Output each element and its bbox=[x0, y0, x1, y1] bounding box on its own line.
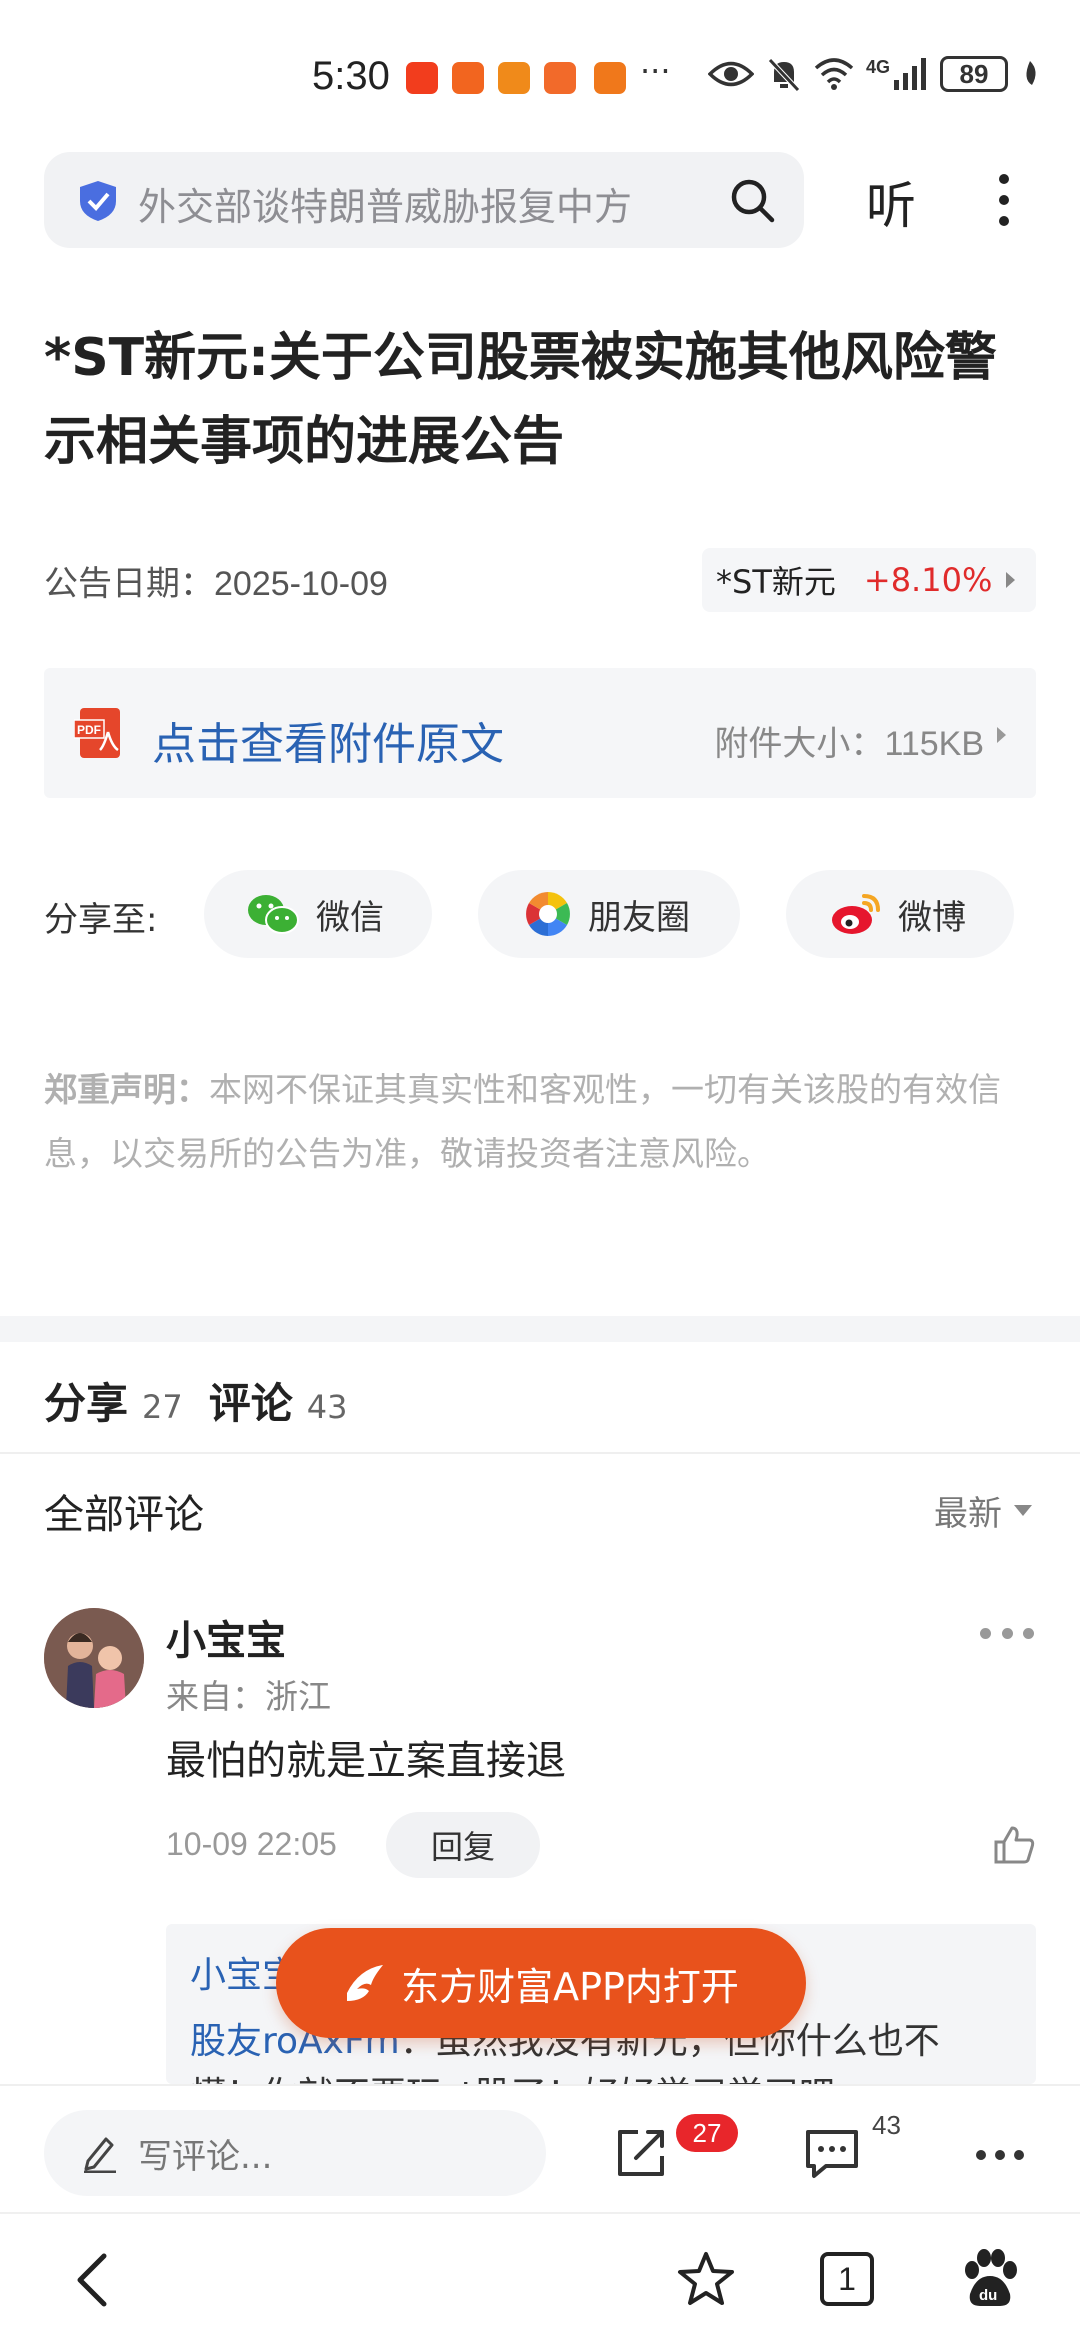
attachment-size-label: 附件大小： bbox=[714, 724, 885, 764]
chevron-right-icon bbox=[997, 727, 1006, 743]
comment-location: 来自：浙江 bbox=[166, 1677, 331, 1716]
share-moments-label: 朋友圈 bbox=[588, 897, 690, 938]
comment-count: 43 bbox=[306, 1388, 348, 1426]
date-value: 2025-10-09 bbox=[214, 565, 388, 603]
baidu-paw-icon[interactable]: du bbox=[960, 2248, 1020, 2310]
search-icon[interactable] bbox=[728, 176, 776, 224]
write-comment-placeholder: 写评论... bbox=[138, 2136, 273, 2177]
shield-icon bbox=[80, 181, 116, 221]
notification-app-icon bbox=[544, 62, 576, 94]
date-label: 公告日期： bbox=[44, 564, 214, 604]
signal-icon bbox=[894, 58, 926, 90]
share-wechat-label: 微信 bbox=[316, 897, 384, 938]
comment-more-icon[interactable] bbox=[980, 1628, 1034, 1642]
share-weibo-button[interactable]: 微博 bbox=[786, 870, 1014, 958]
disclaimer-label: 郑重声明： bbox=[44, 1070, 209, 1109]
more-horizontal-icon[interactable] bbox=[976, 2150, 1024, 2162]
share-icon[interactable] bbox=[614, 2126, 668, 2180]
pdf-icon: PDF bbox=[74, 708, 120, 758]
share-wechat-button[interactable]: 微信 bbox=[204, 870, 432, 958]
mute-icon bbox=[768, 58, 800, 92]
comment-text: 最怕的就是立案直接退 bbox=[166, 1738, 566, 1784]
comment-stat-label[interactable]: 评论 bbox=[209, 1370, 293, 1431]
pencil-icon bbox=[84, 2137, 116, 2173]
page-title: *ST新元:关于公司股票被实施其他风险警示相关事项的进展公告 bbox=[44, 328, 997, 472]
sort-label: 最新 bbox=[934, 1494, 1002, 1534]
leaf-icon bbox=[1026, 61, 1036, 85]
more-vertical-icon[interactable] bbox=[990, 170, 1018, 230]
wifi-icon bbox=[814, 58, 854, 90]
stock-name: *ST新元 bbox=[716, 563, 836, 601]
status-time: 5:30 bbox=[312, 54, 390, 98]
tabs-button[interactable]: 1 bbox=[820, 2252, 874, 2306]
svg-text:PDF: PDF bbox=[77, 723, 101, 737]
taobao-app-icon bbox=[406, 62, 438, 94]
notification-app-icon bbox=[498, 62, 530, 94]
share-weibo-label: 微博 bbox=[898, 897, 966, 938]
more-notifications-icon: ··· bbox=[640, 52, 671, 90]
write-comment-input[interactable]: 写评论... bbox=[44, 2110, 546, 2196]
disclaimer: 郑重声明：本网不保证其真实性和客观性，一切有关该股的有效信息，以交易所的公告为准… bbox=[44, 1058, 1044, 1186]
avatar-image bbox=[44, 1608, 144, 1708]
comment-icon[interactable] bbox=[804, 2126, 860, 2180]
weibo-icon bbox=[832, 894, 880, 934]
eye-icon bbox=[707, 61, 754, 87]
wechat-icon bbox=[248, 895, 299, 934]
listen-button[interactable]: 听 bbox=[866, 166, 916, 238]
comment-time: 10-09 22:05 bbox=[166, 1826, 337, 1862]
caret-down-icon bbox=[1014, 1505, 1032, 1516]
share-moments-button[interactable]: 朋友圈 bbox=[478, 870, 740, 958]
share-count-badge: 27 bbox=[676, 2114, 738, 2152]
attachment-size-value: 115KB bbox=[884, 725, 984, 763]
stats-row: 分享 27 评论 43 bbox=[44, 1370, 373, 1431]
comment-username[interactable]: 小宝宝 bbox=[166, 1608, 286, 1666]
attachment-card[interactable]: PDF 点击查看附件原文 附件大小：115KB bbox=[44, 668, 1036, 798]
comment-count-badge: 43 bbox=[872, 2110, 901, 2140]
network-type: 4G bbox=[865, 56, 890, 77]
moments-icon bbox=[526, 892, 570, 936]
svg-text:du: du bbox=[979, 2287, 997, 2304]
notification-app-icon bbox=[594, 62, 626, 94]
reply-button[interactable]: 回复 bbox=[386, 1812, 540, 1878]
comment-toolbar: 写评论... 27 43 bbox=[0, 2084, 1080, 2210]
chevron-right-icon bbox=[1006, 572, 1016, 588]
all-comments-heading: 全部评论 bbox=[44, 1492, 204, 1538]
open-in-app-label: 东方财富APP内打开 bbox=[401, 1964, 739, 2009]
status-bar: 5:30 ··· 4G 89 bbox=[0, 0, 1080, 150]
section-divider bbox=[0, 1316, 1080, 1342]
stock-change: +8.10% bbox=[863, 561, 993, 599]
share-label: 分享至: bbox=[44, 900, 158, 940]
avatar[interactable] bbox=[44, 1608, 144, 1708]
search-input[interactable]: 外交部谈特朗普威胁报复中方 bbox=[138, 176, 718, 231]
sort-dropdown[interactable]: 最新 bbox=[934, 1486, 1032, 1535]
battery-indicator: 89 bbox=[940, 56, 1008, 92]
browser-nav-bar: 1 du bbox=[0, 2212, 1080, 2340]
attachment-size: 附件大小：115KB bbox=[714, 716, 984, 765]
thumbs-up-icon[interactable] bbox=[992, 1822, 1036, 1866]
open-in-app-button[interactable]: 东方财富APP内打开 bbox=[276, 1928, 806, 2038]
divider bbox=[0, 1452, 1080, 1454]
share-stat-label[interactable]: 分享 bbox=[44, 1370, 128, 1431]
eastmoney-logo-icon bbox=[347, 1965, 384, 2001]
search-bar[interactable]: 外交部谈特朗普威胁报复中方 bbox=[44, 152, 804, 248]
bookmark-star-icon[interactable] bbox=[676, 2250, 736, 2308]
stock-chip[interactable]: *ST新元 +8.10% bbox=[702, 548, 1036, 612]
notification-app-icon bbox=[452, 62, 484, 94]
reply-line-text-2: 懂！你就不要玩st股了！好好学习学习吧 bbox=[190, 2066, 835, 2084]
share-count: 27 bbox=[142, 1388, 183, 1426]
announcement-date: 公告日期：2025-10-09 bbox=[44, 556, 388, 605]
back-arrow-icon[interactable] bbox=[70, 2250, 114, 2310]
attachment-link[interactable]: 点击查看附件原文 bbox=[152, 708, 504, 772]
